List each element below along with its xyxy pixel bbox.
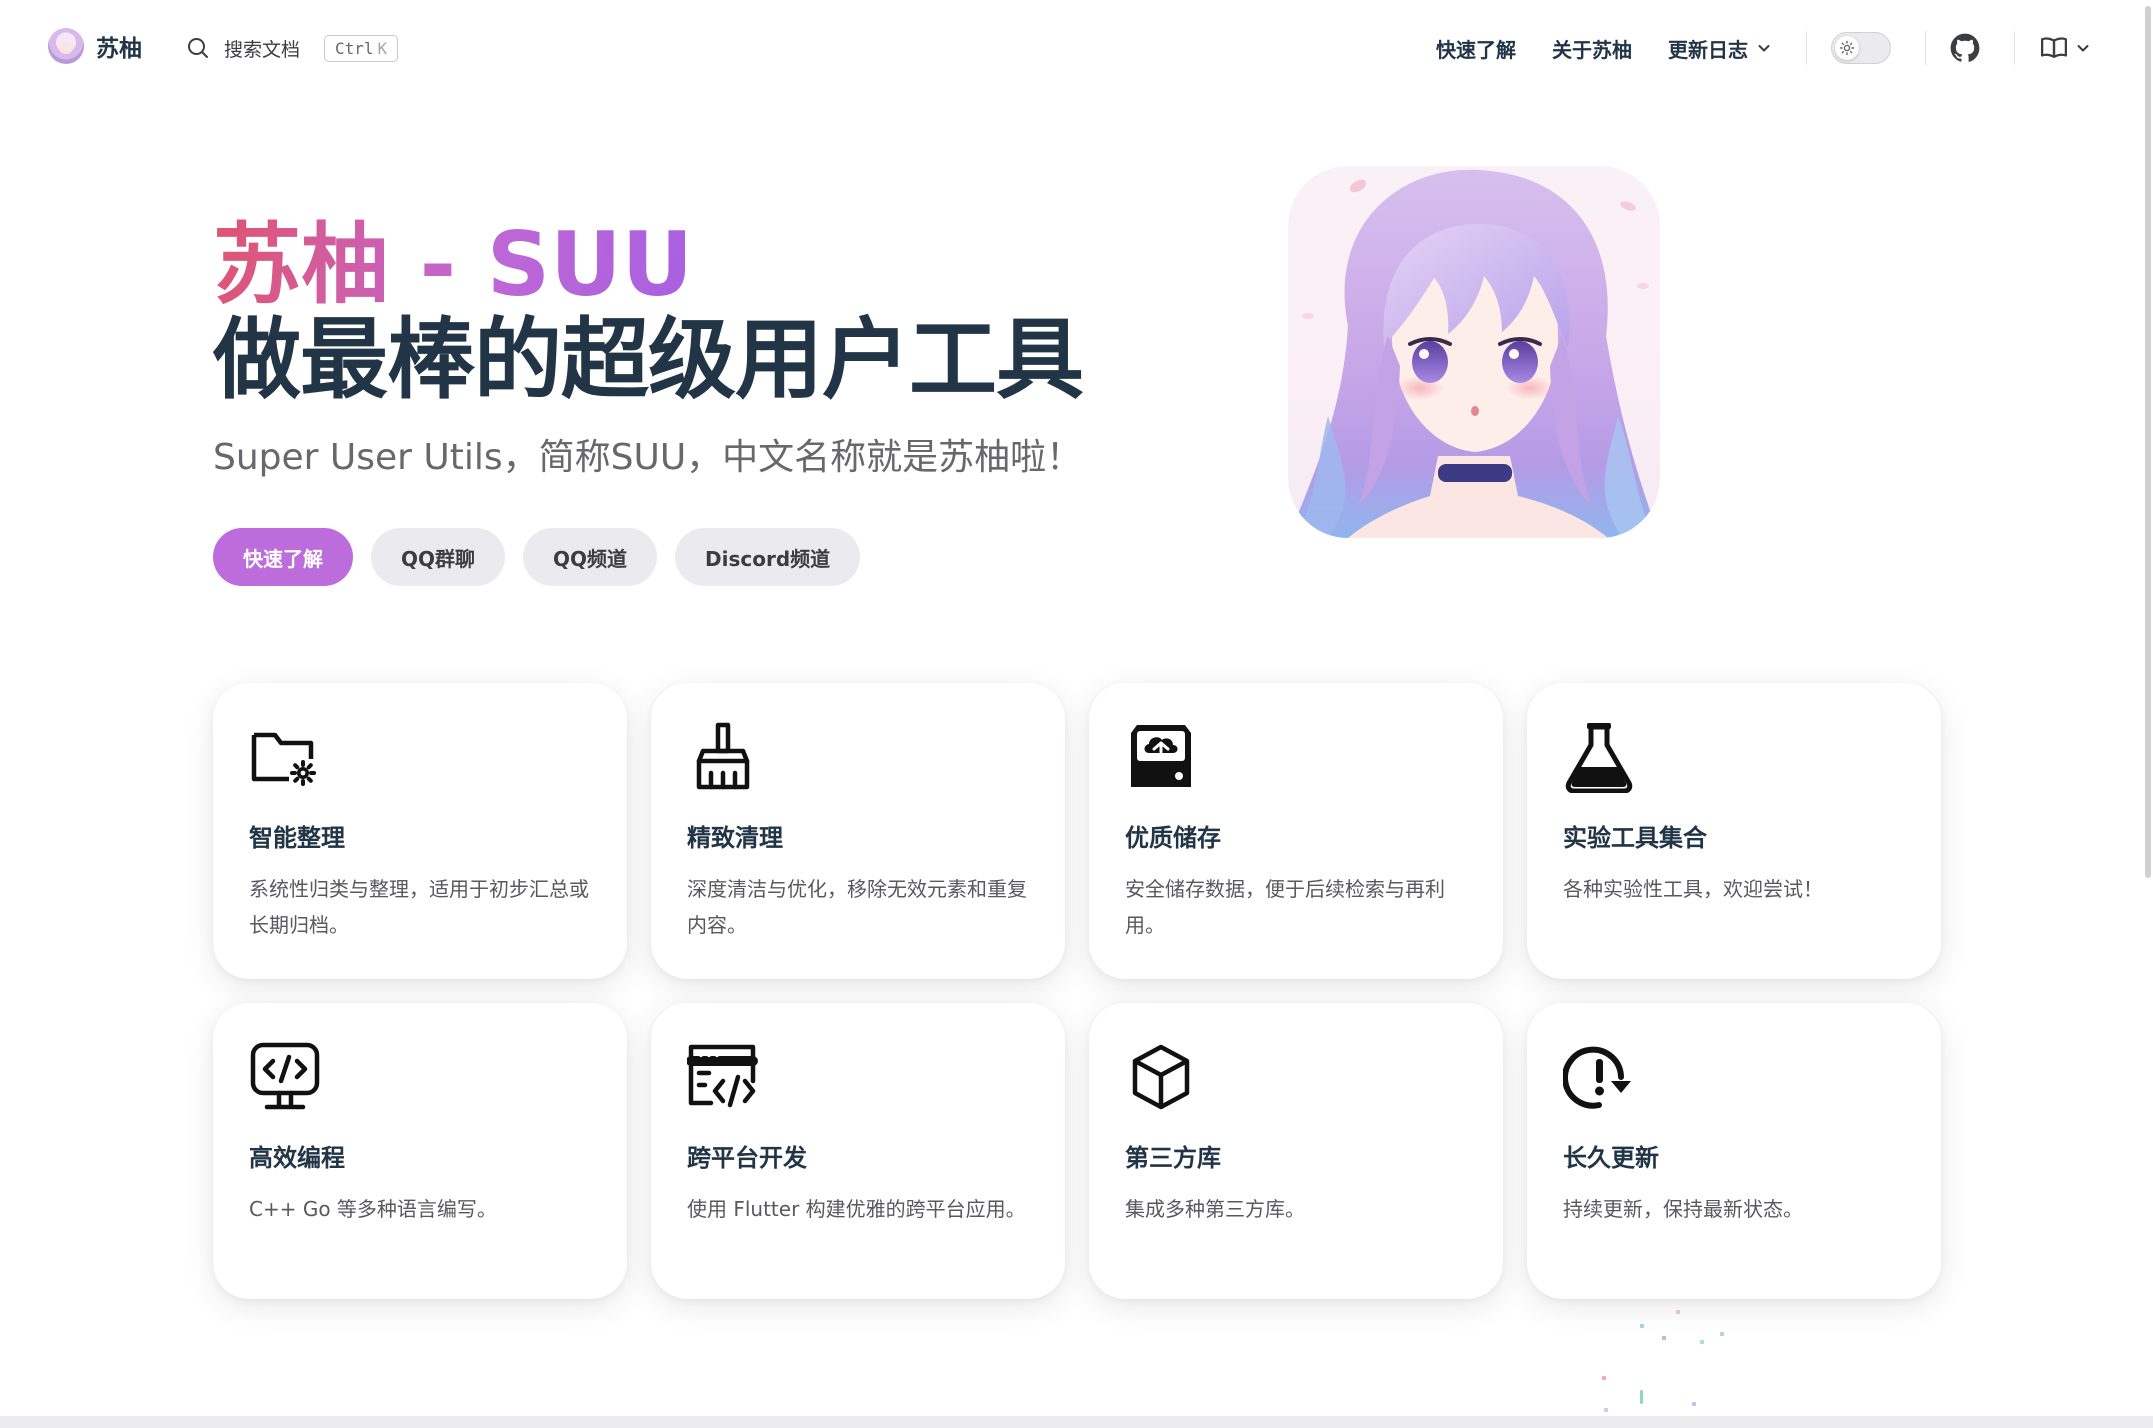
folder-gear-icon — [249, 721, 321, 793]
feature-title: 长久更新 — [1563, 1144, 1659, 1172]
discord-channel-button[interactable]: Discord频道 — [675, 528, 861, 586]
update-alert-icon — [1563, 1041, 1635, 1113]
confetti-dot — [1604, 1408, 1608, 1412]
hero-actions: 快速了解 QQ群聊 QQ频道 Discord频道 — [213, 528, 878, 586]
scrollbar-thumb[interactable] — [2145, 6, 2151, 878]
feature-details: 持续更新，保持最新状态。 — [1563, 1197, 1803, 1221]
search-shortcut: Ctrl K — [324, 34, 399, 62]
feature-title: 智能整理 — [249, 824, 345, 852]
nav-link-quick-start[interactable]: 快速了解 — [1436, 34, 1516, 63]
confetti-dot — [1700, 1340, 1704, 1344]
appearance-toggle[interactable] — [1831, 32, 1891, 64]
nav-divider — [1806, 31, 1807, 65]
search-label: 搜索文档 — [224, 38, 301, 61]
confetti-dot — [1676, 1310, 1680, 1314]
feature-title: 跨平台开发 — [687, 1144, 807, 1172]
feature-card-long-term-updates[interactable]: 长久更新 持续更新，保持最新状态。 — [1527, 1003, 1941, 1299]
hero-illustration — [1288, 166, 1660, 538]
shortcut-key-k: K — [377, 38, 388, 58]
flask-icon — [1563, 721, 1635, 793]
feature-details: C++ Go 等多种语言编写。 — [249, 1197, 497, 1221]
cloud-storage-icon — [1125, 721, 1197, 793]
feature-card-efficient-programming[interactable]: 高效编程 C++ Go 等多种语言编写。 — [213, 1003, 627, 1299]
navbar: 苏柚 搜索文档 Ctrl K 快速了解 关于苏柚 更新日志 — [0, 0, 2153, 96]
nav-link-label: 快速了解 — [1436, 37, 1516, 62]
feature-details: 安全储存数据，便于后续检索与再利用。 — [1125, 877, 1445, 937]
feature-details: 各种实验性工具，欢迎尝试！ — [1563, 877, 1823, 901]
nav-dropdown-changelog[interactable]: 更新日志 — [1668, 34, 1772, 63]
feature-card-fine-clean[interactable]: 精致清理 深度清洁与优化，移除无效元素和重复内容。 — [651, 683, 1065, 979]
search-icon — [188, 38, 208, 58]
feature-card-experimental-tools[interactable]: 实验工具集合 各种实验性工具，欢迎尝试！ — [1527, 683, 1941, 979]
cube-icon — [1125, 1041, 1197, 1113]
brand-logo-icon — [48, 28, 84, 64]
feature-title: 优质储存 — [1125, 824, 1221, 852]
feature-title: 精致清理 — [687, 824, 783, 852]
docs-dropdown[interactable] — [2039, 33, 2091, 63]
feature-card-quality-storage[interactable]: 优质储存 安全储存数据，便于后续检索与再利用。 — [1089, 683, 1503, 979]
confetti-dot — [1602, 1376, 1606, 1380]
brand-name: 苏柚 — [96, 36, 142, 62]
hero-tagline: Super User Utils，简称SUU，中文名称就是苏柚啦！ — [213, 437, 1083, 478]
nav-link-label: 关于苏柚 — [1552, 37, 1632, 62]
feature-details: 集成多种第三方库。 — [1125, 1197, 1305, 1221]
github-link[interactable] — [1950, 33, 1980, 63]
sun-icon — [1839, 40, 1855, 56]
anime-girl-illustration — [1288, 169, 1660, 538]
nav-divider — [1925, 31, 1926, 65]
hero-name: 苏柚 - SUU — [213, 210, 693, 320]
nav-link-about[interactable]: 关于苏柚 — [1552, 34, 1632, 63]
toggle-knob — [1835, 36, 1859, 60]
qq-group-button[interactable]: QQ群聊 — [371, 528, 506, 586]
nav-link-label: 更新日志 — [1668, 37, 1748, 62]
nav-menu: 快速了解 关于苏柚 更新日志 — [1400, 0, 2153, 96]
window-bottom-edge — [0, 1416, 2153, 1428]
feature-title: 高效编程 — [249, 1144, 345, 1172]
feature-details: 系统性归类与整理，适用于初步汇总或长期归档。 — [249, 877, 589, 937]
qq-channel-button[interactable]: QQ频道 — [523, 528, 658, 586]
feature-details: 深度清洁与优化，移除无效元素和重复内容。 — [687, 877, 1027, 937]
features-grid: 智能整理 系统性归类与整理，适用于初步汇总或长期归档。 精致清理 深度清洁与优化… — [213, 683, 1941, 1299]
feature-details: 使用 Flutter 构建优雅的跨平台应用。 — [687, 1197, 1026, 1221]
feature-card-cross-platform[interactable]: 跨平台开发 使用 Flutter 构建优雅的跨平台应用。 — [651, 1003, 1065, 1299]
code-window-icon — [687, 1041, 759, 1113]
confetti-dot — [1640, 1390, 1643, 1404]
hero-text: 做最棒的超级用户工具 — [213, 308, 1084, 411]
nav-divider — [2014, 31, 2015, 65]
chevron-down-icon — [1758, 45, 1770, 52]
github-icon — [1950, 33, 1980, 62]
confetti-dot — [1692, 1402, 1696, 1406]
brand-link[interactable]: 苏柚 — [48, 28, 142, 64]
confetti-dot — [1640, 1324, 1644, 1328]
code-monitor-icon — [249, 1041, 321, 1113]
book-icon — [2041, 37, 2067, 58]
page-scrollbar[interactable] — [2143, 0, 2153, 1428]
chevron-down-icon — [2077, 45, 2089, 52]
broom-icon — [687, 721, 759, 793]
quick-start-button[interactable]: 快速了解 — [213, 528, 353, 586]
shortcut-key-ctrl: Ctrl — [335, 38, 374, 58]
feature-card-smart-organize[interactable]: 智能整理 系统性归类与整理，适用于初步汇总或长期归档。 — [213, 683, 627, 979]
search-button[interactable]: 搜索文档 Ctrl K — [186, 30, 399, 66]
feature-card-third-party-libs[interactable]: 第三方库 集成多种第三方库。 — [1089, 1003, 1503, 1299]
confetti-dot — [1662, 1336, 1666, 1340]
feature-title: 第三方库 — [1125, 1144, 1221, 1172]
confetti-dot — [1720, 1332, 1724, 1336]
feature-title: 实验工具集合 — [1563, 824, 1707, 852]
